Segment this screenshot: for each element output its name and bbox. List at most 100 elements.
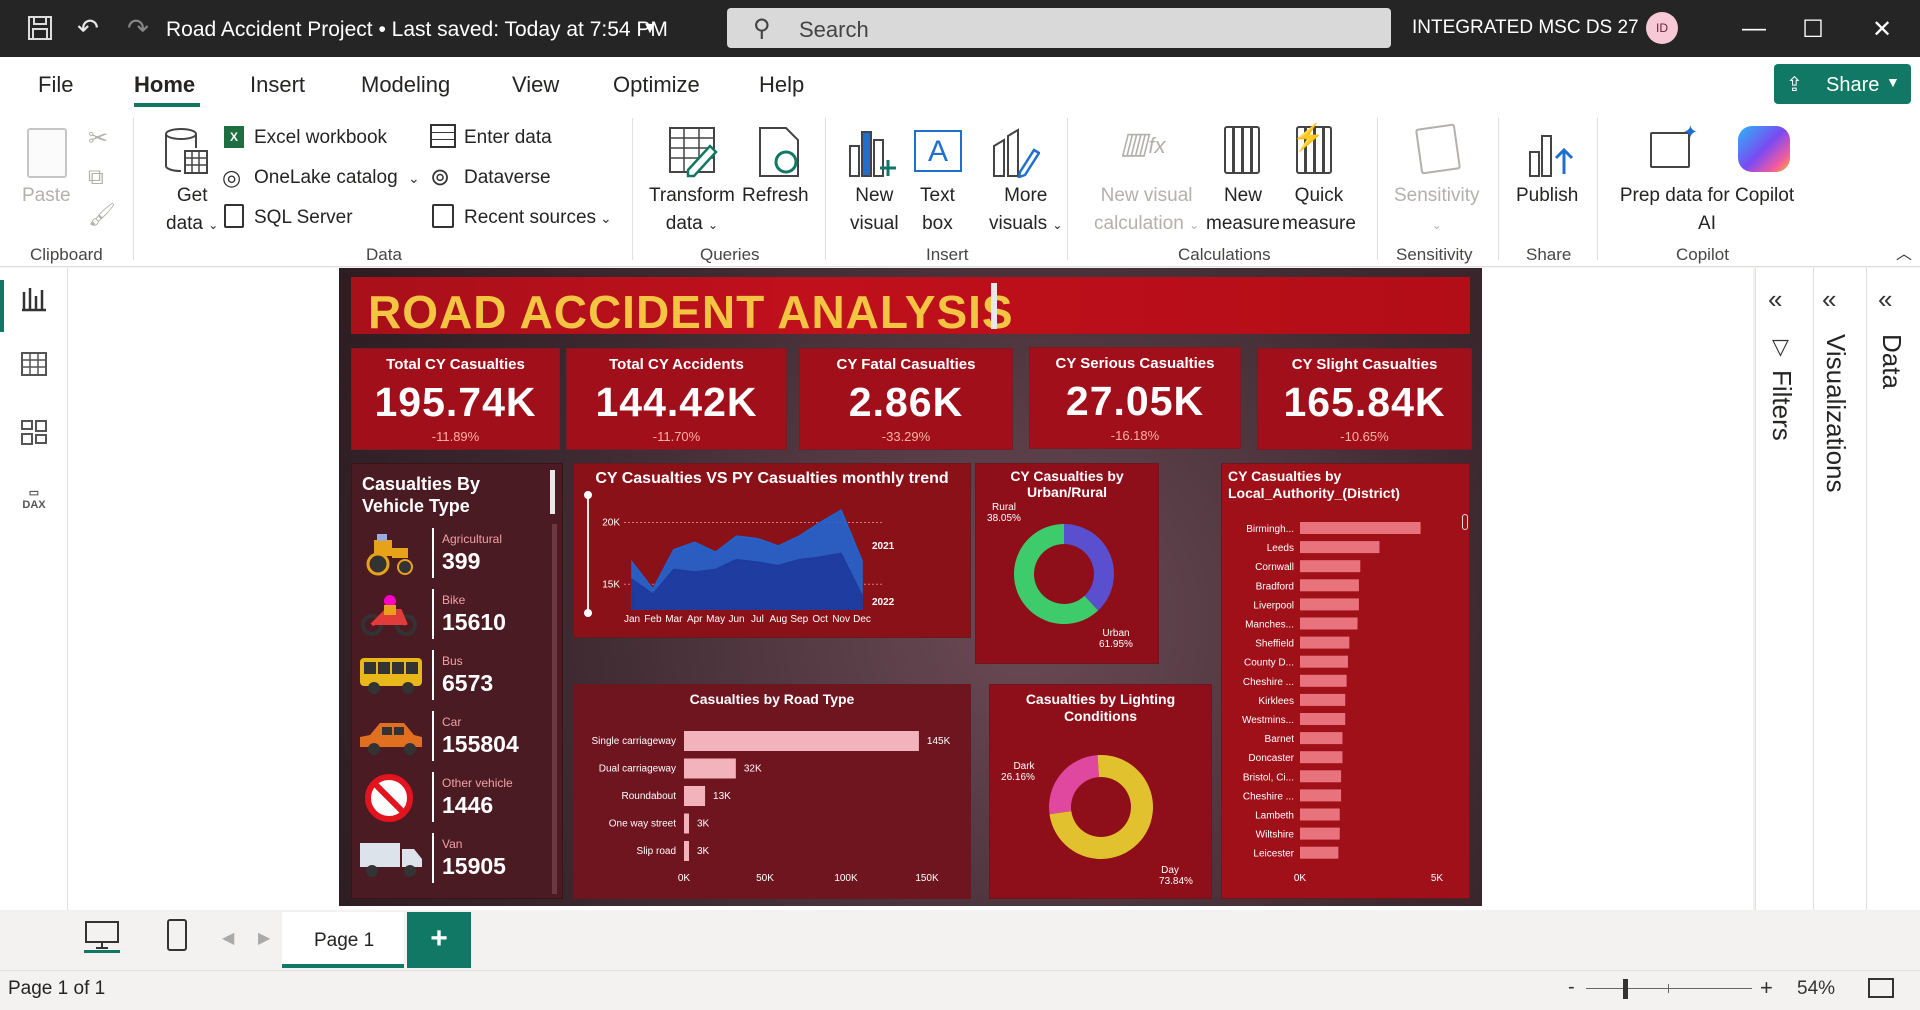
monthly-trend-chart[interactable]: CY Casualties VS PY Casualties monthly t…: [573, 463, 971, 638]
zoom-slider-thumb[interactable]: [1623, 979, 1628, 999]
urban-rural-chart[interactable]: CY Casualties by Urban/Rural Rural 38.05%…: [975, 463, 1159, 664]
expand-filters-icon[interactable]: «: [1768, 284, 1782, 315]
sensitivity-button[interactable]: Sensitivity ⌄: [1394, 182, 1480, 239]
tab-insert[interactable]: Insert: [250, 72, 305, 98]
chevron-down-icon[interactable]: ▼: [642, 20, 658, 38]
kpi-card-fatal-casualties[interactable]: CY Fatal Casualties 2.86K -33.29%: [799, 348, 1013, 450]
chevron-down-icon[interactable]: ⌄: [408, 170, 420, 187]
search-box[interactable]: ⚲ Search: [727, 8, 1391, 48]
category-label: Birmingh...: [1246, 524, 1294, 535]
y-tick-label: 20K: [602, 518, 620, 529]
sql-server-icon: [224, 204, 244, 228]
data-label: 32K: [744, 764, 762, 775]
onelake-catalog-button[interactable]: OneLake catalog: [254, 167, 398, 189]
lighting-chart[interactable]: Casualties by Lighting Conditions Dark 26.…: [989, 684, 1212, 899]
slice-label: Day: [1161, 865, 1179, 876]
paste-icon: [27, 128, 67, 178]
visualizations-pane-tab[interactable]: Visualizations: [1820, 334, 1851, 493]
bar: [1300, 541, 1380, 554]
prev-page-icon[interactable]: ◀: [222, 928, 234, 948]
avatar[interactable]: ID: [1646, 12, 1678, 44]
prep-data-copilot-button[interactable]: Prep data for Copilot AI: [1616, 182, 1798, 238]
tab-modeling[interactable]: Modeling: [361, 72, 450, 98]
add-page-button[interactable]: +: [407, 912, 471, 968]
quick-measure-icon: ⚡: [1292, 122, 1332, 174]
x-tick-label: 50K: [756, 873, 774, 884]
vehicle-value: 15905: [442, 853, 506, 879]
report-view-icon[interactable]: [18, 284, 50, 316]
close-icon[interactable]: ✕: [1862, 12, 1902, 46]
tab-home[interactable]: Home: [134, 72, 195, 98]
kpi-card-slight-casualties[interactable]: CY Slight Casualties 165.84K -10.65%: [1257, 348, 1472, 450]
district-scrollbar[interactable]: [1462, 514, 1468, 530]
bar: [1300, 751, 1343, 764]
copy-icon[interactable]: ⧉: [88, 164, 104, 190]
publish-button[interactable]: Publish: [1516, 182, 1578, 210]
district-chart[interactable]: CY Casualties by Local_Authority_(Distric…: [1221, 463, 1470, 899]
redo-icon[interactable]: ↷: [122, 12, 154, 44]
bar: [1300, 674, 1347, 687]
quick-measure-button[interactable]: Quick measure: [1282, 182, 1356, 238]
collapse-ribbon-icon[interactable]: ︿: [1896, 240, 1912, 264]
vehicle-type-panel[interactable]: Casualties By Vehicle Type Agricultural …: [351, 463, 563, 899]
save-icon[interactable]: [24, 12, 56, 44]
table-view-icon[interactable]: [18, 350, 50, 382]
zoom-in-button[interactable]: +: [1760, 975, 1773, 1001]
tractor-icon: [360, 532, 418, 581]
x-tick-label: May: [706, 614, 725, 625]
chevron-down-icon[interactable]: ⌄: [600, 210, 612, 227]
dax-query-view-icon[interactable]: ▭ DAX: [18, 486, 50, 518]
next-page-icon[interactable]: ▶: [258, 928, 270, 948]
series-area-2022: [631, 552, 863, 610]
more-visuals-button[interactable]: More visuals ⌄: [989, 182, 1062, 239]
refresh-button[interactable]: Refresh: [742, 182, 809, 210]
slice-value-label: 26.16%: [1001, 772, 1035, 783]
vehicle-scrollbar[interactable]: [552, 524, 557, 894]
tab-file[interactable]: File: [38, 72, 73, 98]
tab-optimize[interactable]: Optimize: [613, 72, 700, 98]
recent-sources-button[interactable]: Recent sources: [464, 207, 596, 229]
paste-button[interactable]: Paste: [22, 182, 71, 210]
expand-visualizations-icon[interactable]: «: [1822, 284, 1836, 315]
new-measure-button[interactable]: New measure: [1206, 182, 1280, 238]
new-visual-button[interactable]: New visual: [850, 182, 899, 238]
category-label: Liverpool: [1253, 600, 1294, 611]
model-view-icon[interactable]: [18, 418, 50, 450]
format-painter-icon[interactable]: 🖌: [88, 202, 116, 228]
minimize-icon[interactable]: —: [1734, 12, 1774, 46]
expand-data-icon[interactable]: «: [1878, 284, 1892, 315]
tab-view[interactable]: View: [512, 72, 559, 98]
data-pane-tab[interactable]: Data: [1876, 334, 1907, 389]
zoom-slider-track[interactable]: [1586, 988, 1752, 989]
excel-workbook-button[interactable]: Excel workbook: [254, 127, 387, 149]
enter-data-icon: [430, 124, 456, 148]
fit-to-page-icon[interactable]: [1868, 978, 1894, 998]
tab-page-1[interactable]: Page 1: [282, 912, 404, 968]
zoom-out-button[interactable]: -: [1568, 976, 1575, 999]
vehicle-value: 15610: [442, 609, 506, 635]
share-button[interactable]: ⇪ Share ▼: [1774, 64, 1911, 104]
new-visual-calculation-button[interactable]: New visual calculation ⌄: [1094, 182, 1199, 239]
cut-icon[interactable]: ✂: [88, 124, 108, 153]
tab-help[interactable]: Help: [759, 72, 804, 98]
mobile-layout-icon[interactable]: [166, 918, 188, 957]
category-label: Cornwall: [1255, 562, 1294, 573]
page-tab-label: Page 1: [314, 930, 375, 951]
category-label: Cheshire ...: [1243, 791, 1294, 802]
enter-data-button[interactable]: Enter data: [464, 127, 552, 149]
text-box-button[interactable]: Text box: [920, 182, 955, 238]
row-divider: [432, 772, 434, 822]
kpi-card-total-casualties[interactable]: Total CY Casualties 195.74K -11.89%: [351, 348, 560, 450]
pane-divider: [1866, 268, 1867, 910]
kpi-card-total-accidents[interactable]: Total CY Accidents 144.42K -11.70%: [566, 348, 787, 450]
filters-pane-tab[interactable]: Filters: [1766, 370, 1797, 441]
dataverse-button[interactable]: Dataverse: [464, 167, 551, 189]
sql-server-button[interactable]: SQL Server: [254, 207, 353, 229]
maximize-icon[interactable]: ☐: [1793, 12, 1833, 46]
get-data-button[interactable]: Get data ⌄: [166, 182, 218, 239]
kpi-card-serious-casualties[interactable]: CY Serious Casualties 27.05K -16.18%: [1029, 347, 1241, 449]
category-label: Westmins...: [1242, 715, 1294, 726]
undo-icon[interactable]: ↶: [72, 12, 104, 44]
transform-data-button[interactable]: Transform data ⌄: [649, 182, 735, 239]
road-type-chart[interactable]: Casualties by Road Type Single carriagew…: [573, 684, 971, 899]
